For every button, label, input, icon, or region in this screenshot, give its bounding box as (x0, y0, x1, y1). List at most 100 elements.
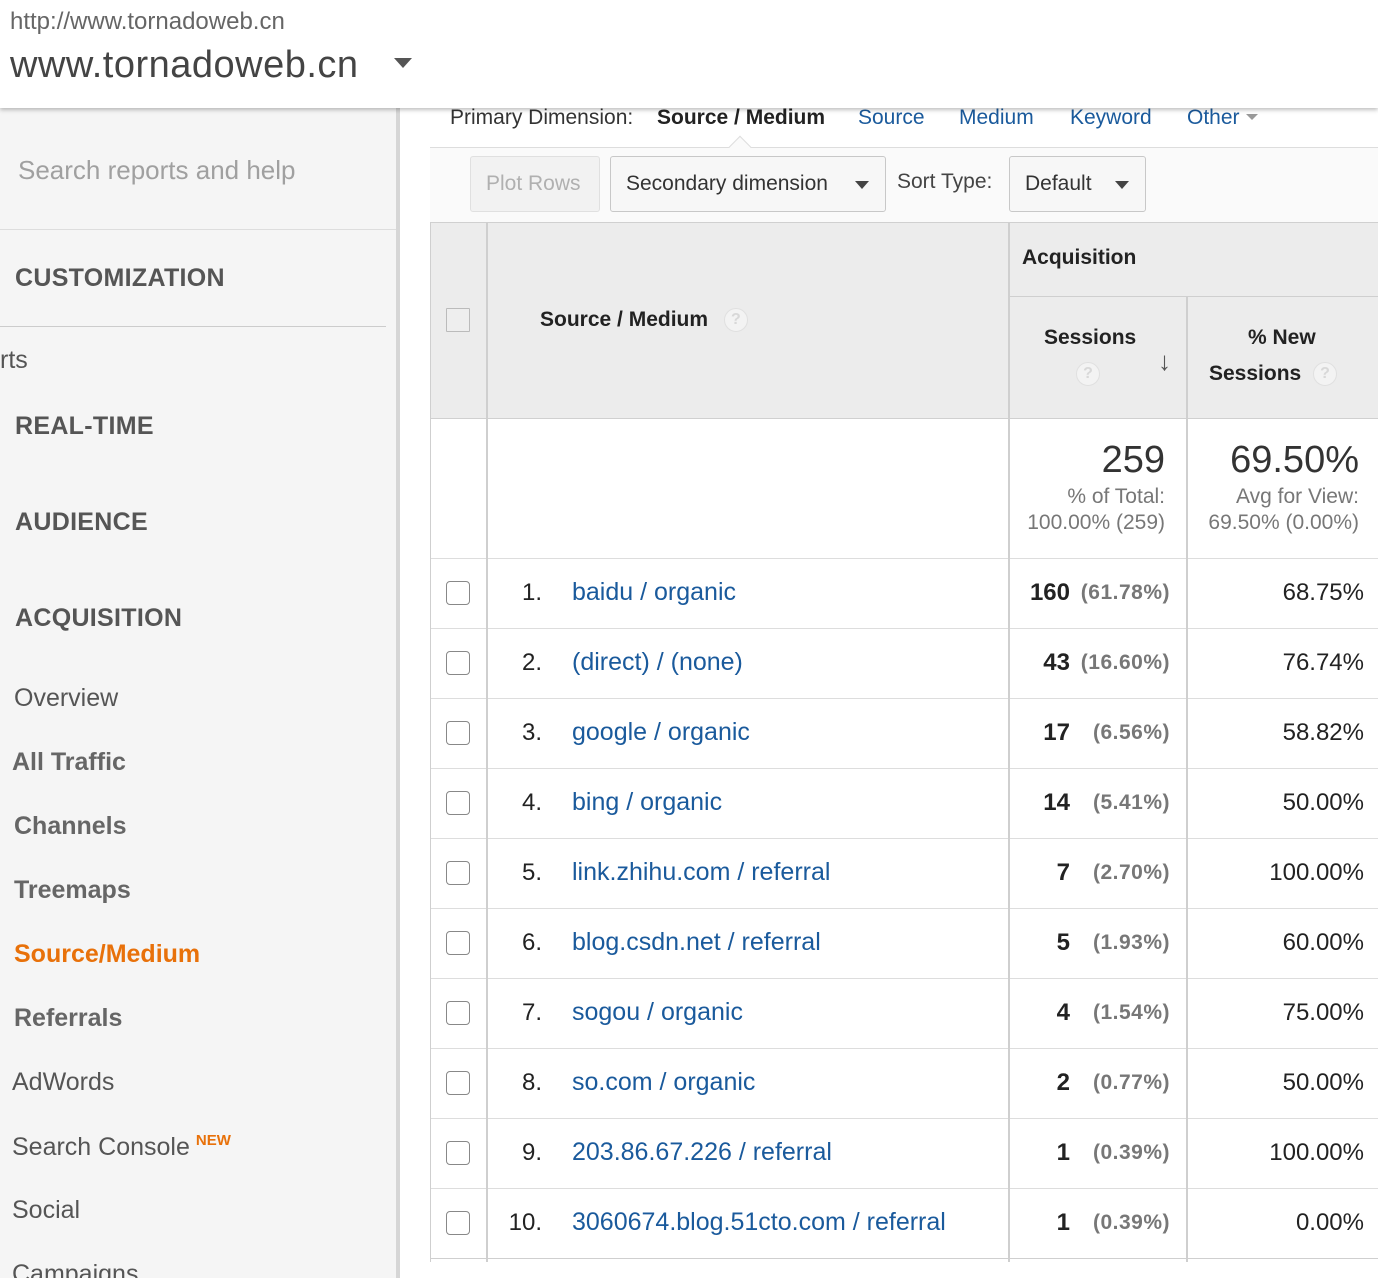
row-number: 2. (521, 649, 542, 676)
sidebar-item-referrals[interactable]: Referrals (14, 1004, 122, 1033)
sidebar-item-source-medium[interactable]: Source/Medium (14, 940, 200, 969)
table-row: 8. so.com / organic 2 (0.77%) 50.00% (430, 1048, 1378, 1118)
col-source-medium[interactable]: Source / Medium ? (540, 308, 748, 333)
row-sessions: 14 (1043, 789, 1070, 816)
row-number: 8. (521, 1069, 542, 1096)
row-checkbox[interactable] (446, 1211, 470, 1235)
sidebar-item-social[interactable]: Social (12, 1196, 80, 1225)
account-selector[interactable]: www.tornadoweb.cn (10, 44, 359, 87)
sidebar-section-customization[interactable]: CUSTOMIZATION (15, 264, 225, 293)
group-acquisition: Acquisition (1022, 246, 1137, 269)
row-sessions: 7 (1056, 859, 1070, 886)
source-medium-link[interactable]: link.zhihu.com / referral (572, 858, 830, 887)
chevron-down-icon[interactable] (394, 58, 412, 68)
row-sessions-percent: (0.39%) (1092, 1141, 1170, 1164)
source-medium-link[interactable]: 3060674.blog.51cto.com / referral (572, 1208, 946, 1237)
row-number: 1. (521, 579, 542, 606)
column-border (430, 222, 431, 1262)
table-row: 6. blog.csdn.net / referral 5 (1.93%) 60.00% (430, 908, 1378, 978)
dimension-link-source[interactable]: Source (858, 106, 925, 130)
row-new-sessions: 68.75% (1282, 579, 1364, 606)
row-checkbox[interactable] (446, 861, 470, 885)
property-url: http://www.tornadoweb.cn (10, 8, 285, 35)
total-new-sessions-sub2: 69.50% (0.00%) (1208, 511, 1359, 534)
row-checkbox[interactable] (446, 581, 470, 605)
help-icon[interactable]: ? (723, 308, 748, 333)
sort-type-dropdown[interactable]: Default (1009, 156, 1146, 212)
help-icon[interactable]: ? (1313, 362, 1337, 386)
row-checkbox[interactable] (446, 791, 470, 815)
sidebar-section-audience[interactable]: AUDIENCE (15, 508, 148, 537)
row-new-sessions: 100.00% (1269, 1139, 1364, 1166)
row-new-sessions: 50.00% (1282, 789, 1364, 816)
plot-rows-button[interactable]: Plot Rows (470, 156, 600, 212)
primary-dimension-current: Source / Medium (657, 106, 826, 129)
dimension-link-other[interactable]: Other (1187, 106, 1258, 130)
row-sessions: 1 (1056, 1139, 1070, 1166)
row-checkbox[interactable] (446, 651, 470, 675)
row-border (430, 1258, 1378, 1259)
source-medium-link[interactable]: 203.86.67.226 / referral (572, 1138, 832, 1167)
source-medium-link[interactable]: sogou / organic (572, 998, 743, 1027)
sidebar-divider (0, 326, 386, 327)
dimension-link-medium[interactable]: Medium (959, 106, 1034, 130)
row-checkbox[interactable] (446, 1001, 470, 1025)
source-medium-link[interactable]: blog.csdn.net / referral (572, 928, 821, 957)
search-input[interactable] (18, 152, 378, 188)
source-medium-link[interactable]: baidu / organic (572, 578, 736, 607)
row-sessions-percent: (0.77%) (1092, 1071, 1170, 1094)
row-checkbox[interactable] (446, 1071, 470, 1095)
report-main: Primary Dimension: Source / Medium Sourc… (430, 106, 1378, 1278)
dimension-link-keyword[interactable]: Keyword (1070, 106, 1152, 130)
row-new-sessions: 75.00% (1282, 999, 1364, 1026)
source-medium-link[interactable]: so.com / organic (572, 1068, 755, 1097)
row-number: 9. (521, 1139, 542, 1166)
sidebar-item-adwords[interactable]: AdWords (12, 1068, 114, 1097)
report-toolbar: Plot Rows Secondary dimension Sort Type:… (430, 135, 1378, 222)
row-sessions: 43 (1043, 649, 1070, 676)
sidebar-item-reports[interactable]: rts (0, 346, 28, 375)
sidebar-section-realtime[interactable]: REAL-TIME (15, 412, 154, 441)
column-border (486, 222, 488, 1262)
row-sessions-percent: (61.78%) (1080, 581, 1170, 604)
sidebar-item-search-console[interactable]: Search Console NEW (12, 1132, 231, 1162)
total-new-sessions: 69.50% (1230, 439, 1359, 481)
sidebar-item-all-traffic[interactable]: All Traffic (12, 748, 126, 777)
sidebar-item-treemaps[interactable]: Treemaps (14, 876, 131, 905)
total-sessions-sub1: % of Total: (1067, 485, 1165, 508)
source-medium-link[interactable]: bing / organic (572, 788, 722, 817)
col-source-medium-label: Source / Medium (540, 308, 709, 331)
secondary-dimension-label: Secondary dimension (626, 172, 828, 195)
source-medium-link[interactable]: google / organic (572, 718, 750, 747)
sidebar-item-overview[interactable]: Overview (14, 684, 118, 713)
search-box (0, 108, 396, 230)
row-checkbox[interactable] (446, 931, 470, 955)
total-sessions: 259 (1101, 439, 1165, 481)
sidebar-section-acquisition[interactable]: ACQUISITION (15, 604, 182, 633)
row-number: 3. (521, 719, 542, 746)
row-new-sessions: 0.00% (1295, 1209, 1364, 1236)
row-checkbox[interactable] (446, 1141, 470, 1165)
table-row: 10. 3060674.blog.51cto.com / referral 1 (0.… (430, 1188, 1378, 1258)
sort-descending-icon[interactable]: ↓ (1158, 346, 1171, 377)
row-number: 6. (521, 929, 542, 956)
row-sessions: 160 (1029, 579, 1070, 606)
sidebar-item-channels[interactable]: Channels (14, 812, 127, 841)
source-medium-link[interactable]: (direct) / (none) (572, 648, 743, 677)
row-new-sessions: 76.74% (1282, 649, 1364, 676)
col-new-sessions[interactable]: % New (1248, 326, 1316, 350)
row-new-sessions: 50.00% (1282, 1069, 1364, 1096)
help-icon[interactable]: ? (1076, 362, 1100, 386)
col-sessions[interactable]: Sessions (1044, 326, 1136, 350)
sidebar-item-campaigns[interactable]: Campaigns (12, 1260, 138, 1278)
row-sessions: 4 (1056, 999, 1070, 1026)
row-checkbox[interactable] (446, 721, 470, 745)
row-sessions-percent: (16.60%) (1080, 651, 1170, 674)
secondary-dimension-dropdown[interactable]: Secondary dimension (610, 156, 886, 212)
table-row: 2. (direct) / (none) 43 (16.60%) 76.74% (430, 628, 1378, 698)
table-row: 9. 203.86.67.226 / referral 1 (0.39%) 100.00… (430, 1118, 1378, 1188)
col-new-sessions-line2: Sessions (1209, 362, 1302, 385)
total-new-sessions-sub1: Avg for View: (1236, 485, 1359, 508)
select-all-checkbox[interactable] (446, 308, 470, 332)
chevron-down-icon (855, 181, 869, 189)
